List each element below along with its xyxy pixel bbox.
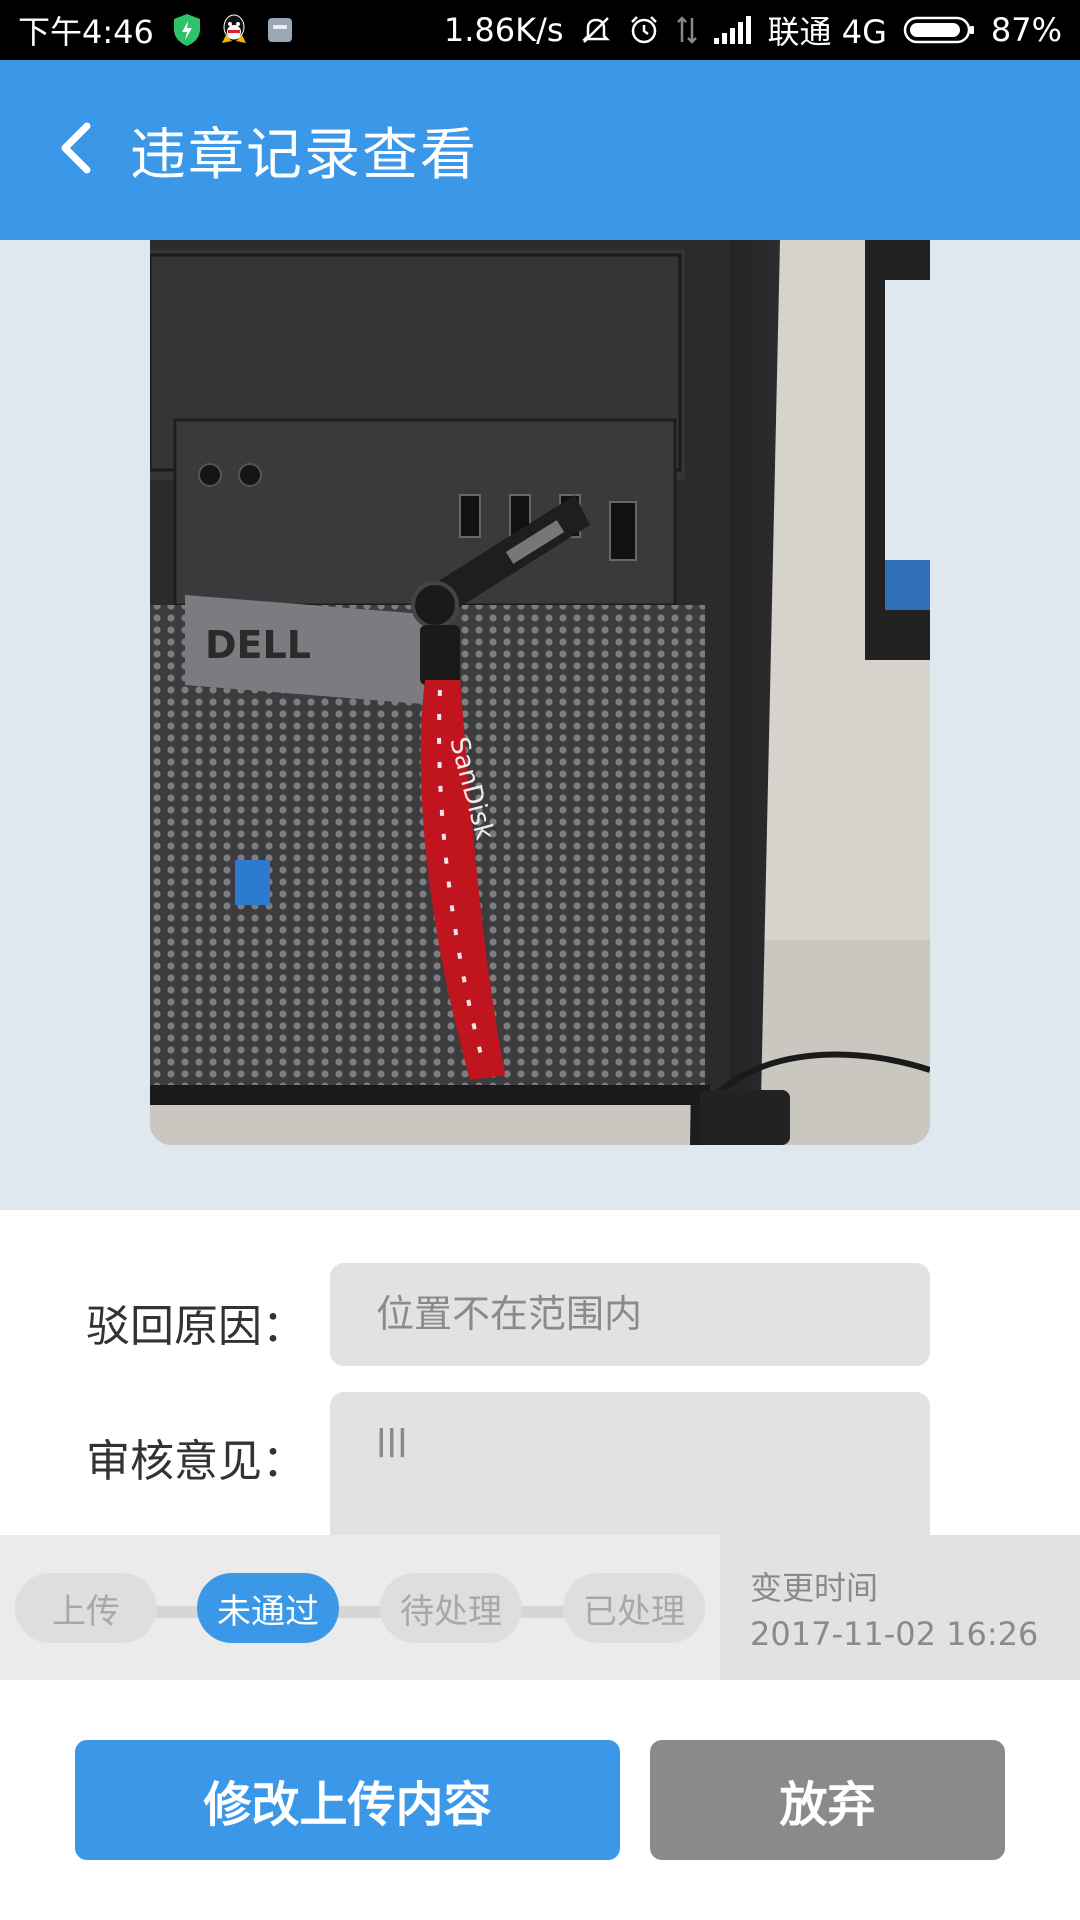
page-title: 违章记录查看 [130,122,478,188]
mute-icon [580,14,612,46]
modify-upload-button[interactable]: 修改上传内容 [75,1740,620,1860]
review-opinion-field: lll [330,1392,930,1535]
change-time-panel: 变更时间 2017-11-02 16:26 [720,1535,1080,1680]
photo-area: DELL SanDisk [0,240,1080,1210]
chevron-left-icon [55,120,95,180]
status-bar: 下午4:46 1.86K/s 联通 4G 87% [0,0,1080,60]
reject-reason-label: 驳回原因： [86,1301,306,1352]
app-bar: 违章记录查看 [0,60,1080,240]
photo-illustration: DELL SanDisk [150,240,930,1145]
signal-icon [713,16,752,44]
sim-icon [266,16,294,44]
carrier: 联通 4G [767,13,887,51]
qq-icon [220,13,248,47]
alarm-icon [628,14,660,46]
step-upload: 上传 [15,1573,157,1643]
violation-photo[interactable]: DELL SanDisk [150,240,930,1145]
step-processed: 已处理 [563,1573,705,1643]
review-form: 驳回原因： 位置不在范围内 审核意见： lll [0,1210,1080,1535]
change-time-label: 变更时间 [750,1568,879,1607]
change-time-value: 2017-11-02 16:26 [750,1614,1039,1653]
battery-percent: 87% [990,11,1062,49]
status-progress-track: 上传 未通过 待处理 已处理 变更时间 2017-11-02 16:26 [0,1535,1080,1680]
shield-icon [172,13,202,47]
back-button[interactable] [30,90,120,210]
abandon-button[interactable]: 放弃 [650,1740,1005,1860]
battery-icon [903,15,975,45]
network-speed: 1.86K/s [443,11,564,49]
review-opinion-label: 审核意见： [86,1436,306,1487]
reject-reason-field: 位置不在范围内 [330,1263,930,1366]
status-time: 下午4:46 [18,13,154,51]
step-pending: 待处理 [380,1573,522,1643]
data-icon [676,14,698,46]
dell-logo: DELL [205,623,311,667]
step-rejected: 未通过 [197,1573,339,1643]
